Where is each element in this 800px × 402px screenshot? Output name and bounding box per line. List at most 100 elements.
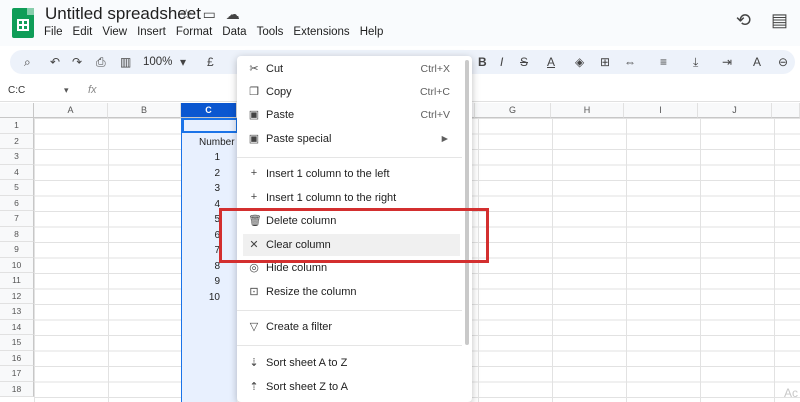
- menu-item-label: Paste: [266, 109, 295, 121]
- row-header[interactable]: 2: [0, 133, 34, 149]
- sort-az-icon: ⇣: [249, 357, 259, 369]
- italic-icon[interactable]: I: [500, 53, 503, 71]
- sheets-logo-icon[interactable]: [12, 8, 34, 38]
- cloud-status-icon[interactable]: ☁: [226, 6, 240, 23]
- row-header[interactable]: 13: [0, 304, 34, 320]
- fill-color-icon[interactable]: ◈: [575, 53, 584, 71]
- currency-format-button[interactable]: £: [207, 53, 214, 71]
- star-icon[interactable]: ☆: [180, 6, 193, 23]
- merge-cells-icon[interactable]: ⇔: [624, 53, 636, 71]
- text-color-icon[interactable]: A: [547, 53, 555, 71]
- title-bar: Untitled spreadsheet ☆ ▭ ☁ File Edit Vie…: [0, 0, 800, 46]
- menu-edit[interactable]: Edit: [73, 26, 93, 38]
- text-wrapping-icon[interactable]: ⇥: [722, 53, 732, 71]
- column-header-a[interactable]: A: [34, 103, 108, 118]
- cell-c7[interactable]: 5: [180, 214, 220, 225]
- menu-help[interactable]: Help: [360, 26, 384, 38]
- row-header[interactable]: 9: [0, 242, 34, 258]
- menu-item-create-filter[interactable]: ▽ Create a filter: [237, 316, 462, 338]
- cell-c6[interactable]: 4: [180, 199, 220, 210]
- row-header[interactable]: 11: [0, 273, 34, 289]
- cell-c8[interactable]: 6: [180, 230, 220, 241]
- cell-c9[interactable]: 7: [180, 245, 220, 256]
- row-header[interactable]: 6: [0, 195, 34, 211]
- scissors-icon: ✂: [249, 63, 259, 75]
- row-header[interactable]: 4: [0, 164, 34, 180]
- paste-special-icon: ▣: [248, 133, 260, 145]
- borders-icon[interactable]: ⊞: [600, 53, 610, 71]
- cell-c11[interactable]: 9: [180, 276, 220, 287]
- menu-tools[interactable]: Tools: [257, 26, 284, 38]
- print-icon[interactable]: ⎙: [96, 53, 106, 71]
- row-header[interactable]: 7: [0, 211, 34, 227]
- row-header[interactable]: 16: [0, 350, 34, 366]
- row-header[interactable]: 3: [0, 149, 34, 165]
- row-header[interactable]: 14: [0, 319, 34, 335]
- menu-item-insert-left[interactable]: + Insert 1 column to the left: [237, 163, 462, 185]
- paint-format-icon[interactable]: ▥: [120, 53, 131, 71]
- redo-icon[interactable]: ↷: [72, 53, 82, 71]
- column-header-b[interactable]: B: [108, 103, 181, 118]
- menu-file[interactable]: File: [44, 26, 63, 38]
- menu-format[interactable]: Format: [176, 26, 212, 38]
- bold-icon[interactable]: B: [478, 53, 487, 71]
- horizontal-align-icon[interactable]: ≡: [660, 53, 667, 71]
- insert-link-icon[interactable]: ⊖: [778, 53, 788, 71]
- active-cell-c1[interactable]: [182, 118, 238, 133]
- shortcut-label: Ctrl+X: [420, 63, 450, 75]
- text-rotation-icon[interactable]: A: [753, 53, 761, 71]
- cell-c10[interactable]: 8: [180, 261, 220, 272]
- chevron-down-icon[interactable]: ▾: [64, 85, 69, 96]
- row-header[interactable]: 17: [0, 366, 34, 382]
- undo-icon[interactable]: ↶: [50, 53, 60, 71]
- menu-insert[interactable]: Insert: [137, 26, 166, 38]
- menu-scrollbar[interactable]: [465, 60, 469, 345]
- plus-icon: +: [250, 167, 258, 179]
- menu-item-label: Insert 1 column to the right: [266, 192, 397, 204]
- menu-data[interactable]: Data: [222, 26, 246, 38]
- menu-item-paste-special[interactable]: ▣ Paste special ►: [237, 128, 462, 150]
- row-header[interactable]: 12: [0, 288, 34, 304]
- cell-c12[interactable]: 10: [180, 292, 220, 303]
- menu-view[interactable]: View: [102, 26, 127, 38]
- copy-icon: ❐: [249, 86, 259, 98]
- cell-c3[interactable]: 1: [180, 152, 220, 163]
- vertical-align-icon[interactable]: ⤓: [693, 53, 698, 71]
- strikethrough-icon[interactable]: S: [520, 53, 528, 71]
- version-history-icon[interactable]: ⟲: [736, 10, 751, 31]
- row-header[interactable]: 1: [0, 118, 34, 134]
- menu-item-copy[interactable]: ❐ Copy Ctrl+C: [237, 81, 462, 103]
- row-header[interactable]: 15: [0, 335, 34, 351]
- row-header[interactable]: 8: [0, 226, 34, 242]
- menu-extensions[interactable]: Extensions: [293, 26, 349, 38]
- cell-c4[interactable]: 2: [180, 168, 220, 179]
- search-menus-icon[interactable]: ⌕: [24, 53, 31, 71]
- document-title[interactable]: Untitled spreadsheet: [45, 4, 201, 24]
- move-folder-icon[interactable]: ▭: [203, 6, 216, 23]
- menu-item-sort-z-a[interactable]: ⇡ Sort sheet Z to A: [237, 376, 462, 398]
- column-header-c[interactable]: C: [181, 103, 237, 118]
- column-header-h[interactable]: H: [551, 103, 624, 118]
- menu-item-label: Insert 1 column to the left: [266, 168, 390, 180]
- row-header[interactable]: 5: [0, 180, 34, 196]
- menu-item-paste[interactable]: ▣ Paste Ctrl+V: [237, 104, 462, 126]
- paste-icon: ▣: [248, 109, 260, 121]
- select-all-corner[interactable]: [0, 103, 34, 118]
- menu-item-insert-right[interactable]: + Insert 1 column to the right: [237, 187, 462, 209]
- menu-item-resize-column[interactable]: ⊡ Resize the column: [237, 281, 462, 303]
- column-header-k[interactable]: [772, 103, 800, 118]
- column-header-j[interactable]: J: [698, 103, 772, 118]
- top-right-icons: ⟲ ▤: [736, 10, 788, 31]
- row-header[interactable]: 10: [0, 257, 34, 273]
- column-header-i[interactable]: I: [624, 103, 698, 118]
- menu-item-label: Cut: [266, 63, 284, 75]
- menu-item-cut[interactable]: ✂ Cut Ctrl+X: [237, 58, 462, 80]
- zoom-select[interactable]: 100%: [143, 53, 172, 71]
- zoom-dropdown-icon[interactable]: ▾: [180, 53, 186, 71]
- row-header[interactable]: 18: [0, 381, 34, 397]
- cell-c5[interactable]: 3: [180, 183, 220, 194]
- comments-icon[interactable]: ▤: [771, 10, 788, 31]
- menu-item-sort-a-z[interactable]: ⇣ Sort sheet A to Z: [237, 352, 462, 374]
- column-header-g[interactable]: G: [475, 103, 551, 118]
- name-box[interactable]: C:C: [8, 85, 25, 96]
